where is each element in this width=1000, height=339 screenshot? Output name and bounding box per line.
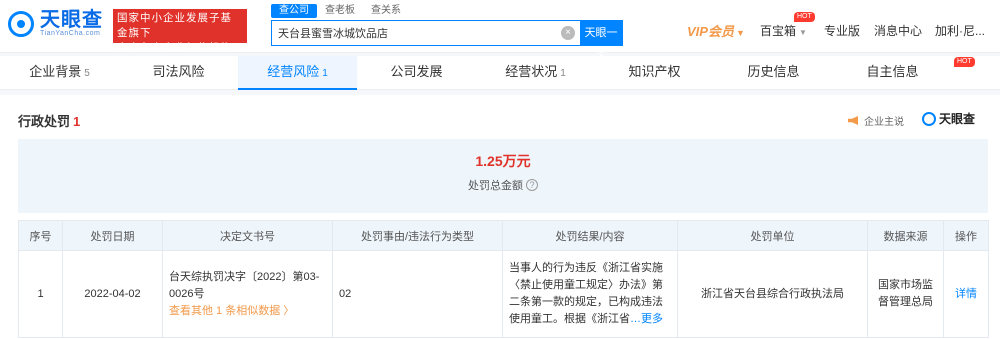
col-doc-no: 决定文书号 [162, 220, 333, 251]
category-tabs: 企业背景 5 司法风险 经营风险 1 公司发展 经营状况 1 知识产权 历史信息 自主… [0, 56, 1000, 90]
official-badge: 国家中小企业发展子基金旗下 官方备案企业征信机构 [113, 9, 247, 54]
similar-data-link[interactable]: 查看其他 1 条相似数据 〉 [169, 303, 326, 320]
eye-logo-icon [8, 10, 34, 37]
col-result: 处罚结果/内容 [502, 220, 678, 251]
row-unit: 浙江省天台县综合行政执法局 [677, 250, 868, 338]
tab-judicial-risk[interactable]: 司法风险 [119, 56, 238, 89]
tab-history[interactable]: 历史信息 [714, 56, 833, 89]
tianyancha-logo[interactable]: 天眼查 TianYanCha.com [8, 10, 103, 37]
row-date: 2022-04-02 [62, 250, 163, 338]
total-amount-label: 处罚总金额 [468, 180, 523, 192]
vip-menu[interactable]: VIP会员 ▼ [687, 21, 745, 40]
user-menu[interactable]: 加利·尼... [935, 22, 985, 39]
caret-down-icon: ▼ [799, 28, 807, 37]
col-source: 数据来源 [867, 220, 944, 251]
speaker-icon [848, 116, 858, 125]
search-tab-boss[interactable]: 查老板 [317, 4, 363, 18]
col-reason: 处罚事由/违法行为类型 [332, 220, 503, 251]
col-action: 操作 [943, 220, 989, 251]
search-input[interactable] [272, 21, 561, 45]
penalty-summary: 1.25万元 处罚总金额 ? [18, 139, 988, 213]
tab-self-info[interactable]: 自主信息 [833, 56, 952, 89]
search-button[interactable]: 天眼一下 [580, 21, 622, 63]
brand-logo: 天眼查 [922, 110, 975, 127]
top-header: 天眼查 TianYanCha.com 国家中小企业发展子基金旗下 官方备案企业征… [0, 0, 1000, 63]
search-mode-tabs: 查公司 查老板 查关系 [271, 4, 409, 18]
hot-badge: HOT [794, 12, 815, 22]
col-index: 序号 [18, 220, 63, 251]
search-tab-company[interactable]: 查公司 [271, 4, 317, 18]
search-area: 查公司 查老板 查关系 × 天眼一下 [271, 4, 623, 63]
row-index: 1 [18, 250, 63, 338]
total-amount: 1.25万元 [475, 153, 531, 169]
tab-intellectual-property[interactable]: 知识产权 [595, 56, 714, 89]
more-link[interactable]: …更多 [630, 313, 663, 325]
help-icon[interactable]: ? [526, 179, 538, 191]
search-tab-relation[interactable]: 查关系 [363, 4, 409, 18]
penalty-table: 序号 处罚日期 决定文书号 处罚事由/违法行为类型 处罚结果/内容 处罚单位 数… [18, 220, 989, 338]
details-link[interactable]: 详情 [955, 288, 977, 300]
admin-penalty-section: 行政处罚 1 企业主说 天眼查 1.25万元 处罚总金额 ? 序号 处罚日期 决定… [0, 95, 1000, 339]
tab-company-development[interactable]: 公司发展 [357, 56, 476, 89]
tab-business-status[interactable]: 经营状况 1 [476, 56, 595, 89]
owner-says-link[interactable]: 企业主说 [848, 113, 904, 128]
row-source: 国家市场监督管理总局 [867, 250, 944, 338]
section-title: 行政处罚 1 [18, 114, 81, 129]
logo-name: 天眼查 [40, 9, 103, 31]
row-doc-no: 台天综执罚决字〔2022〕第03-0026号 查看其他 1 条相似数据 〉 [162, 250, 333, 338]
row-action: 详情 [943, 250, 989, 338]
logo-domain: TianYanCha.com [40, 30, 101, 37]
pro-version-link[interactable]: 专业版 [824, 22, 860, 39]
col-date: 处罚日期 [62, 220, 163, 251]
row-reason: 02 [332, 250, 503, 338]
caret-down-icon: ▼ [735, 28, 745, 38]
eye-logo-icon [922, 111, 936, 126]
tab-operating-risk[interactable]: 经营风险 1 [238, 56, 357, 90]
search-box: × 天眼一下 [271, 20, 623, 63]
message-center-link[interactable]: 消息中心 [874, 22, 922, 39]
baibaoxiang-menu[interactable]: 百宝箱 ▼ [760, 22, 807, 39]
table-header-row: 序号 处罚日期 决定文书号 处罚事由/违法行为类型 处罚结果/内容 处罚单位 数… [18, 220, 989, 251]
col-unit: 处罚单位 [677, 220, 868, 251]
row-result: 当事人的行为违反《浙江省实施〈禁止使用童工规定〉办法》第二条第一款的规定，已构成… [502, 250, 678, 338]
tab-company-background[interactable]: 企业背景 5 [0, 56, 119, 89]
clear-icon[interactable]: × [561, 26, 575, 40]
table-row: 1 2022-04-02 台天综执罚决字〔2022〕第03-0026号 查看其他… [18, 250, 989, 338]
hot-badge: HOT [954, 57, 975, 67]
